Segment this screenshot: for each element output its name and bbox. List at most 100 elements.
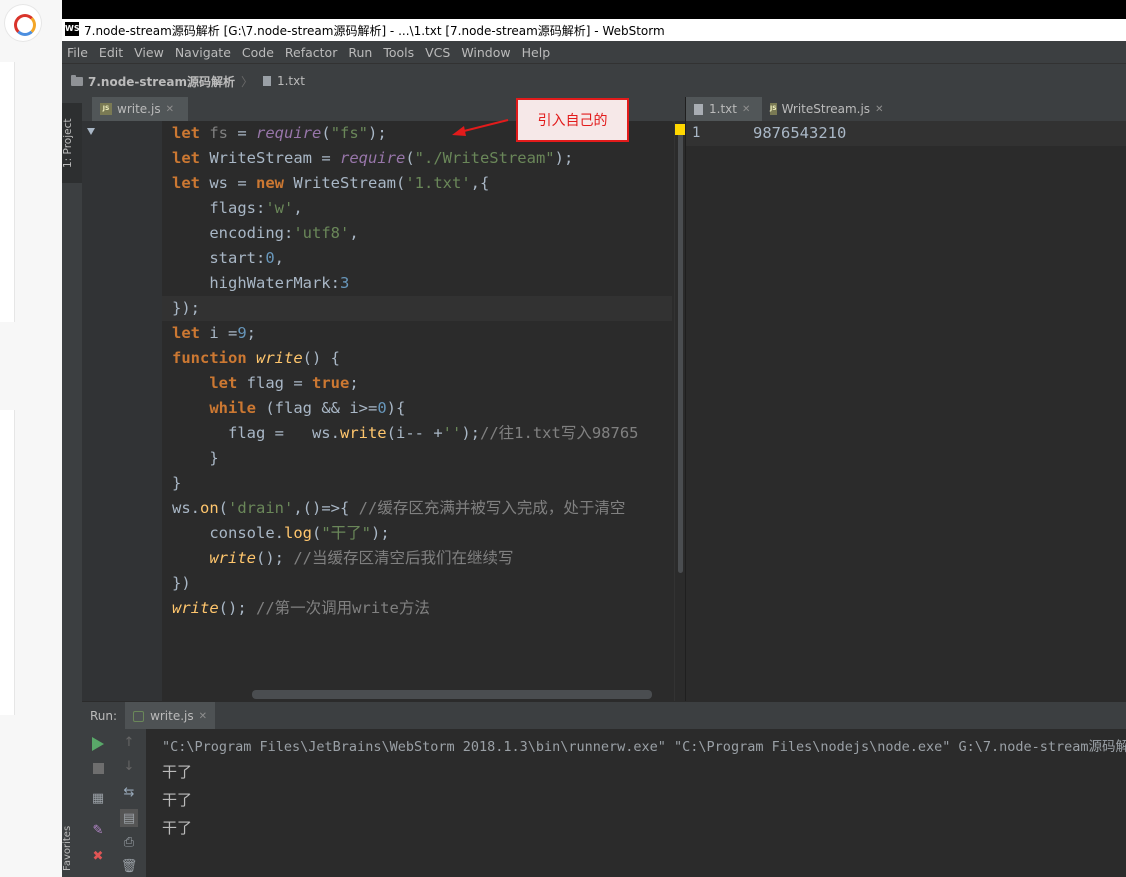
code-line: 15} <box>172 474 182 492</box>
annotation-arrow-icon <box>452 119 509 136</box>
breadcrumb-project[interactable]: 7.node-stream源码解析 <box>62 73 235 90</box>
close-icon[interactable]: ✕ <box>199 711 207 722</box>
console-output-line: 干了 <box>162 763 193 781</box>
annotation-callout: 引入自己的 <box>516 98 629 142</box>
code-line: 10function write() { <box>172 349 340 367</box>
black-title-strip <box>62 0 1126 19</box>
browser-side-strip <box>0 0 63 877</box>
menu-view[interactable]: View <box>129 45 170 60</box>
code-editor[interactable]: 1let fs = require("fs"); 2let WriteStrea… <box>162 121 672 701</box>
tab-writestream-js[interactable]: JS WriteStream.js ✕ <box>762 97 890 121</box>
play-icon <box>92 737 104 751</box>
close-icon[interactable]: ✕ <box>742 104 750 115</box>
rerun-button[interactable] <box>89 735 107 753</box>
horizontal-scrollbar[interactable] <box>252 690 652 699</box>
print-icon: ⎙ <box>123 834 135 850</box>
window-title-bar: WS 7.node-stream源码解析 [G:\7.node-stream源码… <box>62 19 1126 41</box>
editor-gutter <box>82 121 162 701</box>
close-icon[interactable]: ✕ <box>166 104 174 115</box>
menu-bar: File Edit View Navigate Code Refactor Ru… <box>62 41 1126 63</box>
side-card <box>0 410 15 715</box>
folder-icon <box>71 74 83 86</box>
chevron-right-icon: 〉 <box>240 74 253 89</box>
code-line: 22 <box>162 646 672 671</box>
tab-write-js[interactable]: JS write.js ✕ <box>92 97 188 121</box>
scroll-down-button[interactable]: ↓ <box>120 757 138 775</box>
menu-tools[interactable]: Tools <box>378 45 420 60</box>
menu-window[interactable]: Window <box>456 45 516 60</box>
left-tool-window-strip: 1: Project <box>62 97 83 877</box>
code-line: 4 flags:'w', <box>172 199 303 217</box>
run-tab-write-js[interactable]: write.js ✕ <box>125 702 216 730</box>
console-output-line: 干了 <box>162 791 193 809</box>
breadcrumb-file[interactable]: 1.txt <box>255 74 305 88</box>
code-line: 7 highWaterMark:3 <box>172 274 350 292</box>
clear-button[interactable]: 🗑 <box>120 857 138 875</box>
close-run-button[interactable]: ✖ <box>89 847 107 865</box>
text-file-line[interactable]: 1 9876543210 <box>686 121 1126 146</box>
menu-refactor[interactable]: Refactor <box>280 45 343 60</box>
webstorm-icon: WS <box>65 22 80 36</box>
code-line: 16ws.on('drain',()=>{ //缓存区充满并被写入完成，处于清空 <box>172 499 626 517</box>
fold-triangle-icon[interactable] <box>87 128 95 135</box>
side-card <box>0 62 15 322</box>
right-editor-pane: 1.txt ✕ JS WriteStream.js ✕ 1 9876543210 <box>685 97 1126 701</box>
js-file-icon: JS <box>100 103 112 115</box>
nodejs-icon <box>133 710 145 722</box>
editor-pane: JS write.js ✕ 1let fs = require("fs"); 2… <box>82 97 686 701</box>
menu-vcs[interactable]: VCS <box>420 45 456 60</box>
run-panel-header: Run: write.js ✕ <box>82 701 1126 730</box>
run-toolbar: ▦ ✎ ✖ ↑ ↓ ⇆ ▤ ⎙ 🗑 <box>82 729 147 877</box>
right-tab-bar: 1.txt ✕ JS WriteStream.js ✕ <box>686 97 1126 122</box>
app-logo-icon[interactable] <box>4 4 42 42</box>
code-line: 14 } <box>172 449 219 467</box>
stop-icon <box>92 762 104 774</box>
code-line: 19}) <box>172 574 191 592</box>
pin-icon: ✎ <box>92 822 104 838</box>
window-title: 7.node-stream源码解析 [G:\7.node-stream源码解析]… <box>84 24 665 38</box>
close-icon[interactable]: ✕ <box>875 104 883 115</box>
soft-wrap-button[interactable]: ⇆ <box>120 783 138 801</box>
scroll-up-button[interactable]: ↑ <box>120 733 138 751</box>
stop-button[interactable] <box>89 759 107 777</box>
code-line: 21 <box>162 621 672 646</box>
code-line: 5 encoding:'utf8', <box>172 224 359 242</box>
line-number: 1 <box>692 125 701 141</box>
code-line: 2let WriteStream = require("./WriteStrea… <box>172 149 574 167</box>
code-line: 13 flag = ws.write(i-- +'');//往1.txt写入98… <box>172 424 639 442</box>
code-line: 11 let flag = true; <box>209 374 359 392</box>
code-line: 3let ws = new WriteStream('1.txt',{ <box>172 174 490 192</box>
pin-button[interactable]: ✎ <box>89 821 107 839</box>
code-line: 12 while (flag && i>=0){ <box>209 399 406 417</box>
layout-button[interactable]: ▦ <box>89 789 107 807</box>
js-file-icon: JS <box>770 103 777 115</box>
layout-icon: ▦ <box>91 790 105 806</box>
menu-navigate[interactable]: Navigate <box>170 45 237 60</box>
run-console[interactable]: "C:\Program Files\JetBrains\WebStorm 201… <box>147 729 1126 877</box>
arrow-up-icon: ↑ <box>123 734 135 750</box>
arrow-down-icon: ↓ <box>123 758 135 774</box>
code-line: 20write(); //第一次调用write方法 <box>172 599 430 617</box>
scroll-end-button[interactable]: ▤ <box>120 809 138 827</box>
print-button[interactable]: ⎙ <box>120 833 138 851</box>
text-file-icon <box>694 103 703 115</box>
text-file-icon <box>262 76 271 86</box>
trash-icon: 🗑 <box>120 858 138 874</box>
code-line: 18 write(); //当缓存区清空后我们在继续写 <box>209 549 514 567</box>
scroll-to-end-icon: ▤ <box>122 810 136 826</box>
file-content: 9876543210 <box>753 124 847 142</box>
project-tool-tab[interactable]: 1: Project <box>62 103 82 183</box>
menu-edit[interactable]: Edit <box>94 45 129 60</box>
menu-run[interactable]: Run <box>343 45 378 60</box>
menu-help[interactable]: Help <box>517 45 557 60</box>
breadcrumb: 7.node-stream源码解析 〉 1.txt <box>62 63 1126 99</box>
code-line: 17 console.log("干了"); <box>172 524 390 542</box>
favorites-tool-tab[interactable]: Favorites <box>62 820 82 877</box>
console-output-line: 干了 <box>162 819 193 837</box>
scrollbar-thumb[interactable] <box>678 133 683 573</box>
menu-code[interactable]: Code <box>237 45 280 60</box>
menu-file[interactable]: File <box>62 45 94 60</box>
tab-1-txt[interactable]: 1.txt ✕ <box>686 97 762 121</box>
wrap-icon: ⇆ <box>123 784 135 800</box>
run-label: Run: <box>90 709 118 723</box>
